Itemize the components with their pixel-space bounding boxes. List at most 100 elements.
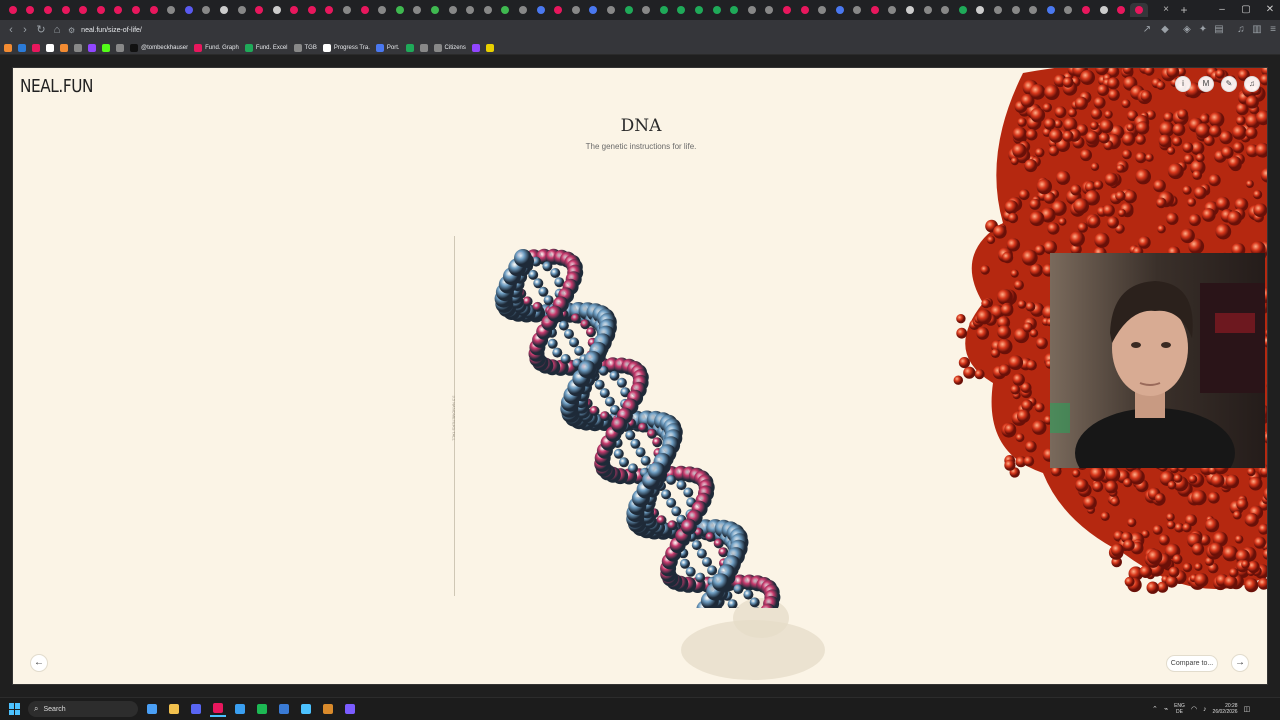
window-maximize-button[interactable]: ▢ — [1238, 3, 1254, 17]
network-icon[interactable]: ⌁ — [1164, 705, 1168, 713]
bookmark-item[interactable] — [74, 43, 82, 52]
browser-tab[interactable] — [813, 3, 831, 17]
browser-tab[interactable] — [409, 3, 427, 17]
bookmark-item[interactable]: TGB — [293, 43, 317, 52]
bookmark-item[interactable] — [18, 43, 26, 52]
site-logo[interactable]: NEAL.FUN — [20, 76, 93, 97]
site-info-icon[interactable]: ⚙ — [68, 26, 75, 35]
reload-icon[interactable]: ↻ — [34, 23, 48, 37]
browser-tab[interactable] — [479, 3, 497, 17]
browser-tab[interactable] — [585, 3, 603, 17]
browser-tab[interactable] — [514, 3, 532, 17]
browser-tab[interactable] — [233, 3, 251, 17]
browser-tab[interactable] — [901, 3, 919, 17]
browser-tab[interactable] — [743, 3, 761, 17]
browser-tab[interactable] — [426, 3, 444, 17]
browser-tab[interactable] — [831, 3, 849, 17]
browser-tab[interactable] — [461, 3, 479, 17]
browser-tab[interactable] — [637, 3, 655, 17]
browser-tab[interactable] — [444, 3, 462, 17]
browser-tab[interactable] — [180, 3, 198, 17]
browser-tab[interactable] — [391, 3, 409, 17]
media-icon[interactable]: ♫ — [1234, 23, 1248, 37]
browser-tab[interactable] — [303, 3, 321, 17]
merch-icon[interactable]: M — [1198, 76, 1214, 92]
browser-tab[interactable] — [708, 3, 726, 17]
bookmark-item[interactable] — [46, 43, 54, 52]
browser-tab[interactable] — [1042, 3, 1060, 17]
browser-tab[interactable] — [761, 3, 779, 17]
bookmark-item[interactable] — [88, 43, 96, 52]
browser-tab[interactable] — [1060, 3, 1078, 17]
bookmark-item[interactable] — [419, 43, 428, 52]
browser-tab[interactable] — [1024, 3, 1042, 17]
clock[interactable]: 20:28 26/02/2026 — [1213, 703, 1238, 715]
browser-tab[interactable] — [497, 3, 515, 17]
taskbar-app-icon[interactable] — [210, 701, 226, 717]
browser-tab[interactable] — [162, 3, 180, 17]
notifications-icon[interactable]: ◫ — [1244, 705, 1251, 713]
bookmark-item[interactable]: Citizens — [433, 43, 466, 52]
tab-close-icon[interactable]: × — [1160, 4, 1172, 16]
bookmark-item[interactable]: Progress Tra. — [322, 43, 370, 52]
browser-tab[interactable] — [4, 3, 22, 17]
browser-tab[interactable] — [57, 3, 75, 17]
browser-tab[interactable] — [268, 3, 286, 17]
address-bar[interactable]: ⚙ neal.fun/size-of-life/ — [68, 23, 1148, 37]
bookmark-item[interactable]: Fund. Excel — [244, 43, 288, 52]
taskbar-app-icon[interactable] — [166, 701, 182, 717]
browser-tab[interactable] — [673, 3, 691, 17]
browser-tab[interactable] — [919, 3, 937, 17]
taskbar-app-icon[interactable] — [342, 701, 358, 717]
browser-tab[interactable] — [796, 3, 814, 17]
volume-icon[interactable]: ♪ — [1203, 706, 1207, 713]
bookmark-icon[interactable]: ⌂ — [50, 23, 64, 37]
compare-to-button[interactable]: Compare to... — [1166, 655, 1218, 672]
browser-tab[interactable] — [1112, 3, 1130, 17]
browser-tab[interactable] — [356, 3, 374, 17]
browser-tab[interactable] — [725, 3, 743, 17]
bookmark-item[interactable]: Port. — [375, 43, 400, 52]
language-indicator[interactable]: ENG DE — [1174, 703, 1185, 715]
forward-arrow-icon[interactable]: › — [18, 23, 32, 37]
taskbar-search[interactable]: ⌕ Search — [28, 701, 138, 717]
browser-tab[interactable] — [655, 3, 673, 17]
browser-tab[interactable] — [989, 3, 1007, 17]
menu-icon[interactable]: ≡ — [1266, 23, 1280, 37]
extension-icon[interactable]: ◈ — [1180, 23, 1194, 37]
browser-tab[interactable] — [286, 3, 304, 17]
back-arrow-icon[interactable]: ‹ — [4, 23, 18, 37]
browser-tab[interactable] — [778, 3, 796, 17]
browser-tab[interactable] — [1130, 3, 1148, 17]
browser-tab[interactable] — [936, 3, 954, 17]
browser-tab[interactable] — [250, 3, 268, 17]
bookmark-item[interactable] — [405, 43, 414, 52]
split-view-icon[interactable]: ▥ — [1250, 23, 1264, 37]
new-tab-button[interactable]: + — [1178, 3, 1190, 17]
browser-tab[interactable] — [74, 3, 92, 17]
bookmark-item[interactable]: Fund. Graph — [194, 43, 239, 52]
wifi-icon[interactable]: ◠ — [1191, 705, 1197, 713]
window-minimize-button[interactable]: – — [1214, 3, 1230, 17]
browser-tab[interactable] — [1095, 3, 1113, 17]
sidebar-icon[interactable]: ▤ — [1212, 23, 1226, 37]
browser-tab[interactable] — [92, 3, 110, 17]
music-icon[interactable]: ♫ — [1244, 76, 1260, 92]
browser-tab[interactable] — [321, 3, 339, 17]
browser-tab[interactable] — [127, 3, 145, 17]
previous-button[interactable]: ← — [30, 654, 48, 672]
bookmark-item[interactable] — [32, 43, 40, 52]
bookmark-item[interactable] — [471, 43, 480, 52]
browser-tab[interactable] — [373, 3, 391, 17]
dna-helix-model[interactable] — [453, 228, 823, 608]
browser-tab[interactable] — [567, 3, 585, 17]
browser-tab[interactable] — [22, 3, 40, 17]
browser-tab[interactable] — [884, 3, 902, 17]
bookmark-item[interactable] — [485, 43, 494, 52]
taskbar-app-icon[interactable] — [144, 701, 160, 717]
browser-tab[interactable] — [145, 3, 163, 17]
browser-tab[interactable] — [849, 3, 867, 17]
taskbar-app-icon[interactable] — [254, 701, 270, 717]
browser-tab[interactable] — [1007, 3, 1025, 17]
puzzle-icon[interactable]: ✦ — [1196, 23, 1210, 37]
